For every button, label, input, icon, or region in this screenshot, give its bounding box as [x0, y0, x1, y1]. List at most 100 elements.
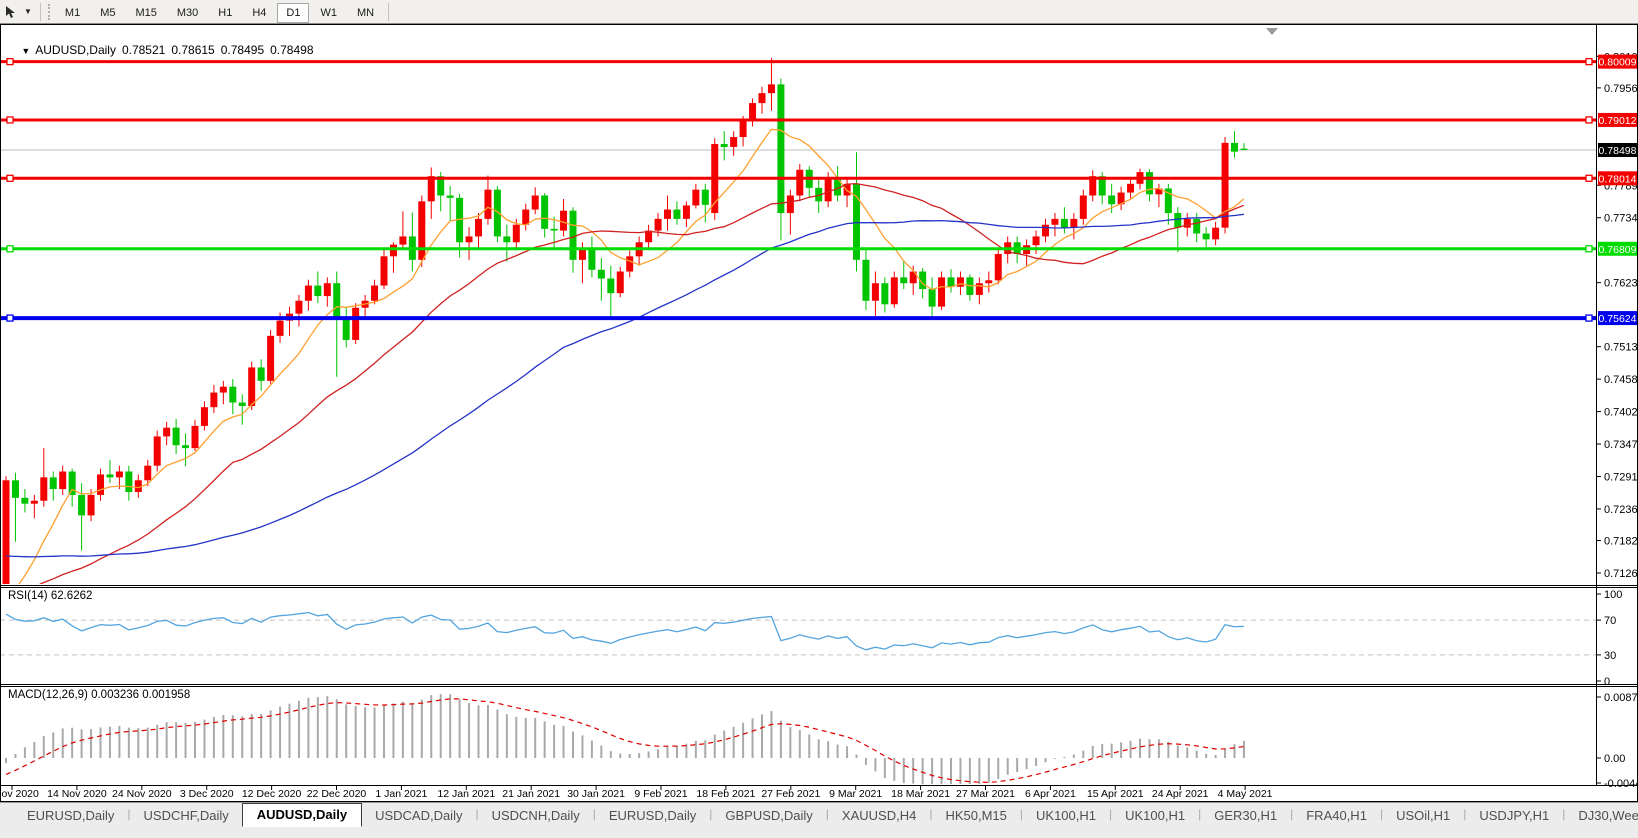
candle-up	[305, 286, 312, 301]
tab-dj30-weekly[interactable]: DJ30,Weekly	[1565, 805, 1638, 827]
candle-up	[418, 201, 425, 259]
candle-up	[163, 428, 170, 437]
candle-up	[1184, 219, 1191, 228]
candle-up	[617, 272, 624, 294]
candle-down	[551, 229, 558, 231]
tab-eurusd-daily[interactable]: EURUSD,Daily	[14, 805, 127, 827]
timeframe-button-h4[interactable]: H4	[243, 3, 275, 23]
line-anchor-marker[interactable]	[1586, 117, 1592, 123]
line-anchor-marker[interactable]	[1586, 246, 1592, 252]
dropdown-caret-icon[interactable]: ▼	[20, 7, 36, 16]
candle-up	[796, 170, 803, 196]
candle-down	[900, 277, 907, 283]
line-anchor-marker[interactable]	[7, 59, 13, 65]
candle-down	[862, 260, 869, 301]
toolbar-grip[interactable]	[48, 4, 50, 20]
candle-up	[466, 236, 473, 242]
candle-down	[12, 480, 19, 498]
timeframe-button-m1[interactable]: M1	[56, 3, 89, 23]
line-anchor-marker[interactable]	[7, 315, 13, 321]
date-label: 21 Jan 2021	[502, 788, 560, 800]
price-tick-label: 0.77340	[1604, 213, 1638, 225]
candle-up	[768, 84, 775, 93]
rsi-tick-label: 0	[1604, 676, 1610, 688]
tab-audusd-daily[interactable]: AUDUSD,Daily	[242, 803, 362, 827]
date-label: 4 May 2021	[1218, 788, 1273, 800]
date-label: 6 Apr 2021	[1025, 788, 1076, 800]
candle-up	[1033, 236, 1040, 245]
date-label: 24 Apr 2021	[1152, 788, 1209, 800]
date-label: 9 Feb 2021	[634, 788, 687, 800]
candle-up	[1212, 228, 1219, 240]
candle-up	[985, 280, 992, 283]
candle-up	[97, 474, 104, 494]
candle-up	[324, 283, 331, 296]
candle-down	[607, 279, 614, 294]
candle-down	[929, 289, 936, 307]
line-anchor-marker[interactable]	[7, 246, 13, 252]
timeframe-button-mn[interactable]: MN	[348, 3, 383, 23]
tab-usdjpy-h1[interactable]: USDJPY,H1	[1466, 805, 1562, 827]
candle-up	[513, 225, 520, 243]
candle-down	[721, 144, 728, 147]
candle-up	[371, 286, 378, 301]
tab-gbpusd-daily[interactable]: GBPUSD,Daily	[712, 805, 825, 827]
line-anchor-marker[interactable]	[1586, 315, 1592, 321]
price-tick-label: 0.74025	[1604, 407, 1638, 419]
tab-usdchf-daily[interactable]: USDCHF,Daily	[131, 805, 242, 827]
candle-up	[532, 195, 539, 209]
timeframe-button-m30[interactable]: M30	[168, 3, 207, 23]
candle-up	[759, 93, 766, 103]
candle-up	[475, 219, 482, 237]
candle-down	[173, 428, 180, 446]
candle-down	[182, 445, 189, 448]
candle-up	[59, 472, 66, 490]
symbol-tab-bar: EURUSD,Daily|USDCHF,DailyAUDUSD,DailyUSD…	[0, 802, 1638, 838]
tab-ger30-h1[interactable]: GER30,H1	[1201, 805, 1290, 827]
tab-eurusd-daily[interactable]: EURUSD,Daily	[596, 805, 709, 827]
candle-down	[777, 84, 784, 213]
candle-down	[702, 190, 709, 205]
timeframe-button-m15[interactable]: M15	[126, 3, 165, 23]
tab-hk50-m15[interactable]: HK50,M15	[932, 805, 1019, 827]
candle-down	[50, 477, 57, 489]
timeframe-button-d1[interactable]: D1	[277, 3, 309, 23]
price-tag-text: 0.76809	[1599, 244, 1637, 256]
timeframe-button-m5[interactable]: M5	[91, 3, 124, 23]
price-tick-label: 0.74580	[1604, 374, 1638, 386]
date-label: 30 Jan 2021	[567, 788, 625, 800]
tab-fra40-h1[interactable]: FRA40,H1	[1293, 805, 1380, 827]
trading-terminal-window: ▼ M1M5M15M30H1H4D1W1MN 0.801000.795600.7…	[0, 0, 1638, 838]
line-anchor-marker[interactable]	[7, 175, 13, 181]
macd-tick-label: 0.00	[1604, 753, 1625, 765]
candle-up	[192, 426, 199, 448]
price-tick-label: 0.79560	[1604, 83, 1638, 95]
line-anchor-marker[interactable]	[7, 117, 13, 123]
price-tick-label: 0.71265	[1604, 568, 1638, 580]
timeframe-button-h1[interactable]: H1	[209, 3, 241, 23]
candle-up	[655, 219, 662, 231]
tab-uk100-h1[interactable]: UK100,H1	[1023, 805, 1109, 827]
candle-up	[664, 210, 671, 219]
date-label: 18 Mar 2021	[891, 788, 950, 800]
price-tag: 0.78014	[1598, 171, 1637, 185]
chart-cursor-icon[interactable]	[2, 3, 20, 21]
toolbar-separator	[388, 3, 389, 21]
candle-down	[78, 495, 85, 515]
candle-up	[390, 245, 397, 257]
line-anchor-marker[interactable]	[1586, 175, 1592, 181]
date-label: 27 Mar 2021	[956, 788, 1015, 800]
candle-up	[381, 256, 388, 285]
tab-usdcad-daily[interactable]: USDCAD,Daily	[362, 805, 475, 827]
tab-xauusd-h4[interactable]: XAUUSD,H4	[829, 805, 929, 827]
candle-down	[503, 236, 510, 242]
timeframe-button-w1[interactable]: W1	[311, 3, 346, 23]
tab-usoil-h1[interactable]: USOil,H1	[1383, 805, 1463, 827]
date-label: 15 Apr 2021	[1087, 788, 1144, 800]
tab-uk100-h1[interactable]: UK100,H1	[1112, 805, 1198, 827]
price-tag-text: 0.75624	[1599, 313, 1637, 325]
line-anchor-marker[interactable]	[1586, 59, 1592, 65]
candle-up	[154, 436, 161, 465]
candle-down	[314, 286, 321, 297]
tab-usdcnh-daily[interactable]: USDCNH,Daily	[479, 805, 593, 827]
